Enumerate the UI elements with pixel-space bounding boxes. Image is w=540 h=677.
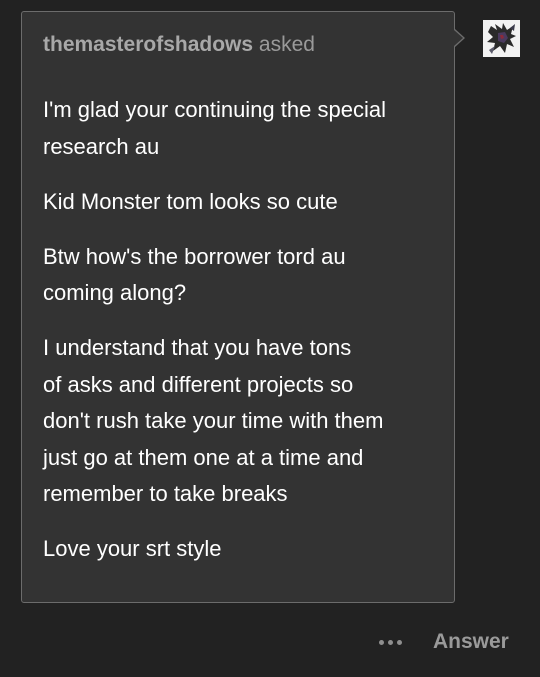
ask-paragraph: Love your srt style (43, 536, 222, 561)
answer-button[interactable]: Answer (433, 629, 509, 655)
ask-card: themasterofshadows asked I'm glad your c… (21, 11, 455, 603)
ask-paragraph: I'm glad your continuing the special res… (43, 97, 386, 159)
ellipsis-icon (396, 639, 402, 645)
ask-body: I'm glad your continuing the special res… (43, 92, 443, 586)
asker-name[interactable]: themasterofshadows (43, 33, 253, 56)
ask-paragraph: Kid Monster tom looks so cute (43, 188, 338, 214)
ellipsis-icon (387, 639, 393, 645)
ellipsis-icon (378, 639, 384, 645)
ask-actions-bar: Answer (0, 620, 540, 664)
asked-label: asked (258, 33, 315, 56)
avatar-image (483, 20, 520, 57)
ask-header: themasterofshadows asked (43, 33, 315, 57)
ask-paragraph: I understand that you have tons of asks … (43, 335, 384, 506)
more-options-button[interactable] (372, 630, 408, 654)
avatar[interactable] (483, 20, 520, 57)
ask-paragraph: Btw how's the borrower tord au coming al… (43, 243, 346, 306)
